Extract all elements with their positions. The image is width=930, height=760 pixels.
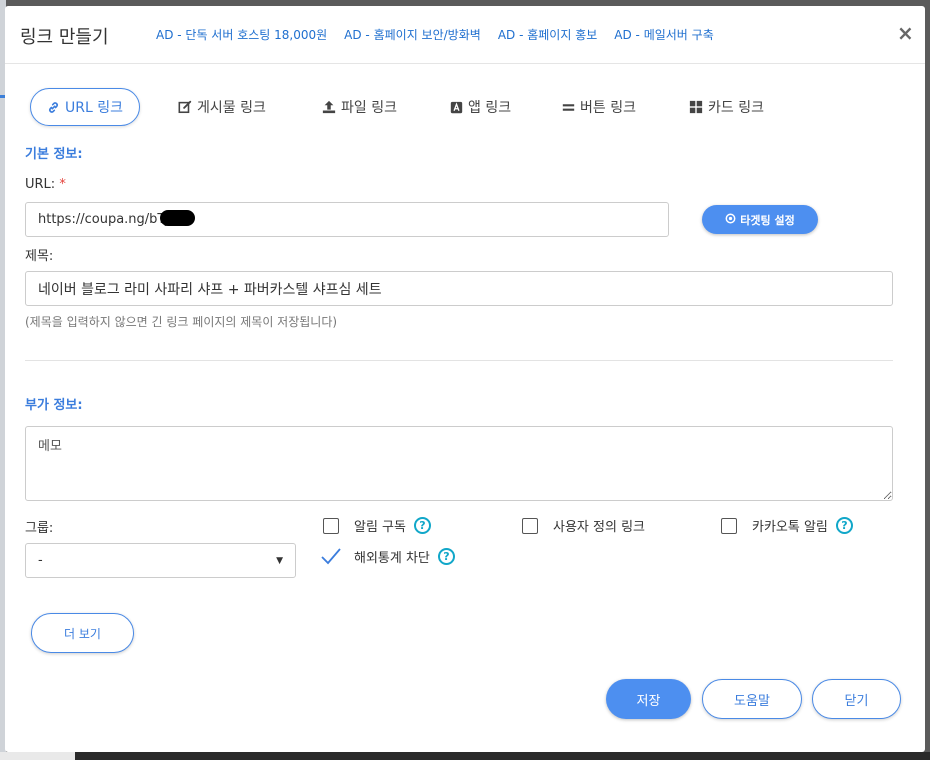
tab-url-link-label: URL 링크 <box>65 100 123 116</box>
upload-icon <box>322 100 336 114</box>
custom-link-option: 사용자 정의 링크 <box>522 516 645 535</box>
memo-textarea[interactable] <box>25 426 893 501</box>
caret-down-icon: ▼ <box>276 555 283 566</box>
backdrop-bottom-light <box>0 752 75 760</box>
help-icon[interactable]: ? <box>437 547 455 565</box>
app-icon <box>450 101 463 114</box>
tab-app-link[interactable]: 앱 링크 <box>450 88 511 126</box>
block-overseas-label: 해외통계 차단 <box>354 550 430 566</box>
block-overseas-option: 해외통계 차단 ? <box>320 546 455 566</box>
tab-post-link[interactable]: 게시물 링크 <box>178 88 266 126</box>
help-icon[interactable]: ? <box>835 517 853 534</box>
link-icon <box>47 101 60 114</box>
title-label: 제목: <box>25 249 54 264</box>
create-link-dialog: 링크 만들기 AD - 단독 서버 호스팅 18,000원 AD - 홈페이지 … <box>5 6 925 752</box>
tab-file-link-label: 파일 링크 <box>341 100 397 116</box>
kakao-alert-option: 카카오톡 알림 ? <box>721 516 853 535</box>
url-input[interactable] <box>25 202 669 237</box>
alert-subscribe-checkbox[interactable] <box>323 517 339 534</box>
backdrop-bottom-strip <box>0 752 930 760</box>
grid-icon <box>689 100 703 114</box>
tab-app-link-label: 앱 링크 <box>468 100 512 116</box>
close-button[interactable]: 닫기 <box>812 679 901 719</box>
tab-url-link[interactable]: URL 링크 <box>30 88 140 126</box>
extra-info-title: 부가 정보: <box>25 398 83 413</box>
dialog-header: 링크 만들기 AD - 단독 서버 호스팅 18,000원 AD - 홈페이지 … <box>5 6 925 64</box>
redaction-mark <box>160 210 195 226</box>
ad-link-server-hosting[interactable]: AD - 단독 서버 호스팅 18,000원 <box>156 26 327 43</box>
targeting-settings-label: 타겟팅 설정 <box>740 213 795 227</box>
title-input[interactable] <box>25 271 893 306</box>
tab-button-link[interactable]: 버튼 링크 <box>562 88 636 126</box>
basic-info-title: 기본 정보: <box>25 147 83 162</box>
ad-links: AD - 단독 서버 호스팅 18,000원 AD - 홈페이지 보안/방화벽 … <box>156 26 714 43</box>
targeting-settings-button[interactable]: 타겟팅 설정 <box>702 205 818 234</box>
edit-icon <box>178 100 192 114</box>
ad-link-homepage-promo[interactable]: AD - 홈페이지 홍보 <box>498 26 597 43</box>
url-label-text: URL: <box>25 177 56 192</box>
kakao-alert-label: 카카오톡 알림 <box>752 520 828 535</box>
tab-card-link-label: 카드 링크 <box>708 100 764 116</box>
ad-link-mail-server[interactable]: AD - 메일서버 구축 <box>614 26 713 43</box>
help-button[interactable]: 도움말 <box>702 679 802 719</box>
url-label: URL: * <box>25 177 66 192</box>
target-icon <box>725 213 736 227</box>
alert-subscribe-label: 알림 구독 <box>354 520 406 535</box>
section-divider <box>25 360 893 361</box>
more-button[interactable]: 더 보기 <box>31 613 134 653</box>
kakao-alert-checkbox[interactable] <box>721 517 737 534</box>
save-button[interactable]: 저장 <box>606 679 691 719</box>
tab-button-link-label: 버튼 링크 <box>580 100 636 116</box>
checkmark-icon[interactable] <box>320 546 342 566</box>
link-type-tabs: URL 링크 게시물 링크 파일 링크 앱 링크 버튼 링크 카드 링크 <box>30 88 790 126</box>
custom-link-checkbox[interactable] <box>522 517 538 534</box>
dialog-title: 링크 만들기 <box>20 27 109 48</box>
ad-link-security-firewall[interactable]: AD - 홈페이지 보안/방화벽 <box>344 26 481 43</box>
required-mark: * <box>59 177 66 192</box>
alert-subscribe-option: 알림 구독 ? <box>323 516 431 535</box>
button-icon <box>562 101 575 114</box>
close-icon[interactable]: × <box>897 23 914 43</box>
tab-file-link[interactable]: 파일 링크 <box>322 88 397 126</box>
tab-card-link[interactable]: 카드 링크 <box>689 88 764 126</box>
group-select[interactable]: - ▼ <box>25 543 296 578</box>
group-label: 그룹: <box>25 521 54 536</box>
help-icon[interactable]: ? <box>413 517 431 534</box>
group-select-value: - <box>38 553 43 568</box>
tab-post-link-label: 게시물 링크 <box>197 100 266 116</box>
custom-link-label: 사용자 정의 링크 <box>553 520 645 535</box>
title-hint: (제목을 입력하지 않으면 긴 링크 페이지의 제목이 저장됩니다) <box>25 315 338 329</box>
